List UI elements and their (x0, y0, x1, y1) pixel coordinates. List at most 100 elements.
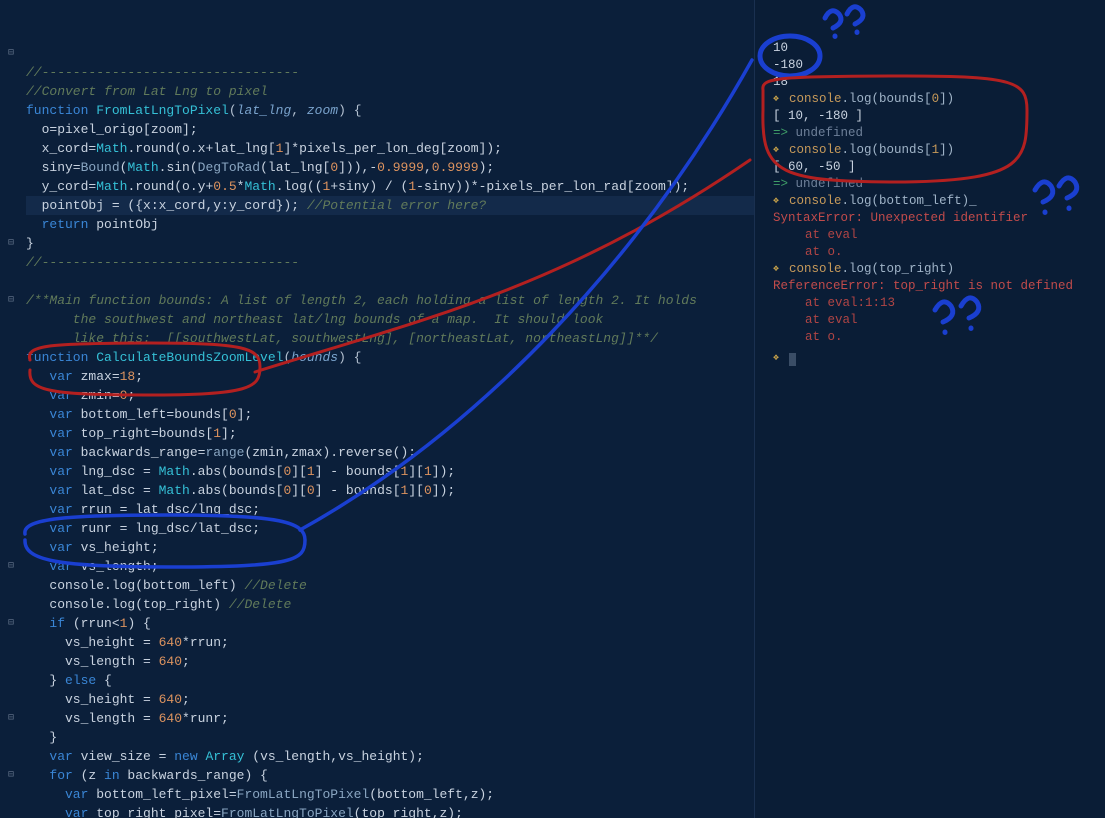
code-line[interactable]: pointObj = ({x:x_cord,y:y_cord}); //Pote… (26, 196, 754, 215)
code-line[interactable]: vs_length = 640; (26, 652, 754, 671)
code-line[interactable]: vs_length = 640*runr; (26, 709, 754, 728)
code-token: else (65, 673, 104, 688)
code-token: .abs(bounds[ (190, 483, 284, 498)
code-line[interactable]: function CalculateBoundsZoomLevel(bounds… (26, 348, 754, 367)
fold-gutter[interactable]: ⊟ ⊟ ⊟ ⊟ ⊟ ⊟ ⊟ (0, 6, 22, 804)
code-token: in (104, 768, 127, 783)
code-token: (vs_length,vs_height); (252, 749, 424, 764)
code-line[interactable]: y_cord=Math.round(o.y+0.5*Math.log((1+si… (26, 177, 754, 196)
code-line[interactable]: var zmin=0; (26, 386, 754, 405)
code-token: var (26, 388, 81, 403)
code-line[interactable]: } (26, 728, 754, 747)
fold-marker (0, 63, 22, 82)
fold-marker (0, 728, 22, 747)
code-line[interactable]: vs_height = 640*rrun; (26, 633, 754, 652)
code-line[interactable]: var top_right_pixel=FromLatLngToPixel(to… (26, 804, 754, 818)
code-token: 0.9999 (432, 160, 479, 175)
code-token: range (205, 445, 244, 460)
code-line[interactable]: the southwest and northeast lat/lng boun… (26, 310, 754, 329)
code-token: vs_height = (26, 635, 159, 650)
fold-marker[interactable]: ⊟ (0, 291, 22, 310)
code-line[interactable]: if (rrun<1) { (26, 614, 754, 633)
console-cursor (789, 353, 796, 366)
code-line[interactable]: o=pixel_origo[zoom]; (26, 120, 754, 139)
code-line[interactable]: var zmax=18; (26, 367, 754, 386)
fold-marker (0, 215, 22, 234)
code-line[interactable]: } (26, 234, 754, 253)
fold-marker (0, 25, 22, 44)
fold-marker[interactable]: ⊟ (0, 44, 22, 63)
code-token: 1 (408, 179, 416, 194)
console-prompt[interactable]: ❖ (773, 350, 1095, 369)
code-line[interactable]: function FromLatLngToPixel(lat_lng, zoom… (26, 101, 754, 120)
code-token: Math (127, 160, 158, 175)
code-token: bounds (291, 350, 338, 365)
code-token: ; (135, 369, 143, 384)
fold-marker[interactable]: ⊟ (0, 709, 22, 728)
code-editor[interactable]: ⊟ ⊟ ⊟ ⊟ ⊟ ⊟ ⊟ //------------------------------… (0, 0, 755, 818)
code-token: (lat_lng[ (260, 160, 330, 175)
code-line[interactable]: vs_height = 640; (26, 690, 754, 709)
code-token: zmin= (81, 388, 120, 403)
console-line: SyntaxError: Unexpected identifier (773, 210, 1095, 227)
code-token: var (26, 787, 96, 802)
code-line[interactable]: var backwards_range=range(zmin,zmax).rev… (26, 443, 754, 462)
code-token: var (26, 502, 81, 517)
code-line[interactable]: var top_right=bounds[1]; (26, 424, 754, 443)
code-token: for (26, 768, 81, 783)
code-token: vs_length; (81, 559, 159, 574)
code-line[interactable]: var runr = lng_dsc/lat_dsc; (26, 519, 754, 538)
code-line[interactable]: var vs_height; (26, 538, 754, 557)
code-token: Math (96, 179, 127, 194)
code-token: ]); (432, 464, 455, 479)
code-token: { (104, 673, 112, 688)
code-line[interactable]: //--------------------------------- (26, 253, 754, 272)
code-line[interactable]: var rrun = lat_dsc/lng_dsc; (26, 500, 754, 519)
code-line[interactable]: /**Main function bounds: A list of lengt… (26, 291, 754, 310)
code-token: Math (159, 483, 190, 498)
code-line[interactable]: console.log(top_right) //Delete (26, 595, 754, 614)
code-token: bottom_left_pixel= (96, 787, 236, 802)
code-token: lat_lng (237, 103, 292, 118)
code-token: FromLatLngToPixel (96, 103, 229, 118)
code-token: rrun = lat_dsc/lng_dsc; (81, 502, 260, 517)
code-token: //Delete (229, 597, 291, 612)
code-line[interactable]: for (z in backwards_range) { (26, 766, 754, 785)
code-token: .round(o.x+lat_lng[ (127, 141, 275, 156)
fold-marker (0, 329, 22, 348)
code-content[interactable]: //---------------------------------//Con… (26, 63, 754, 818)
code-token: 18 (120, 369, 136, 384)
fold-marker[interactable]: ⊟ (0, 234, 22, 253)
console-line: at o. (773, 244, 1095, 261)
console-pane[interactable]: 10-18018❖ console.log(bounds[0])[ 10, -1… (755, 0, 1105, 818)
code-line[interactable]: var lng_dsc = Math.abs(bounds[0][1] - bo… (26, 462, 754, 481)
code-token: (top_right,z); (354, 806, 463, 818)
code-line[interactable]: var bottom_left=bounds[0]; (26, 405, 754, 424)
code-line[interactable]: var view_size = new Array (vs_length,vs_… (26, 747, 754, 766)
code-token: console.log(top_right) (26, 597, 229, 612)
code-line[interactable]: } else { (26, 671, 754, 690)
code-token: bottom_left=bounds[ (81, 407, 229, 422)
code-token: vs_length = (26, 654, 159, 669)
code-line[interactable]: console.log(bottom_left) //Delete (26, 576, 754, 595)
fold-marker (0, 595, 22, 614)
fold-marker[interactable]: ⊟ (0, 766, 22, 785)
code-token: 0 (424, 483, 432, 498)
code-line[interactable]: var vs_length; (26, 557, 754, 576)
code-line[interactable]: x_cord=Math.round(o.x+lat_lng[1]*pixels_… (26, 139, 754, 158)
code-line[interactable]: like this: [[southwestLat, southwestLng]… (26, 329, 754, 348)
fold-marker[interactable]: ⊟ (0, 557, 22, 576)
fold-marker (0, 538, 22, 557)
console-line: [ 60, -50 ] (773, 159, 1095, 176)
code-line[interactable]: //Convert from Lat Lng to pixel (26, 82, 754, 101)
code-token: lng_dsc = (81, 464, 159, 479)
code-line[interactable]: //--------------------------------- (26, 63, 754, 82)
code-token: pointObj = ({x:x_cord,y:y_cord}); (26, 198, 307, 213)
code-token: ] - bounds[ (315, 464, 401, 479)
code-line[interactable] (26, 272, 754, 291)
code-line[interactable]: var lat_dsc = Math.abs(bounds[0][0] - bo… (26, 481, 754, 500)
code-line[interactable]: var bottom_left_pixel=FromLatLngToPixel(… (26, 785, 754, 804)
code-line[interactable]: return pointObj (26, 215, 754, 234)
code-line[interactable]: siny=Bound(Math.sin(DegToRad(lat_lng[0])… (26, 158, 754, 177)
fold-marker[interactable]: ⊟ (0, 614, 22, 633)
